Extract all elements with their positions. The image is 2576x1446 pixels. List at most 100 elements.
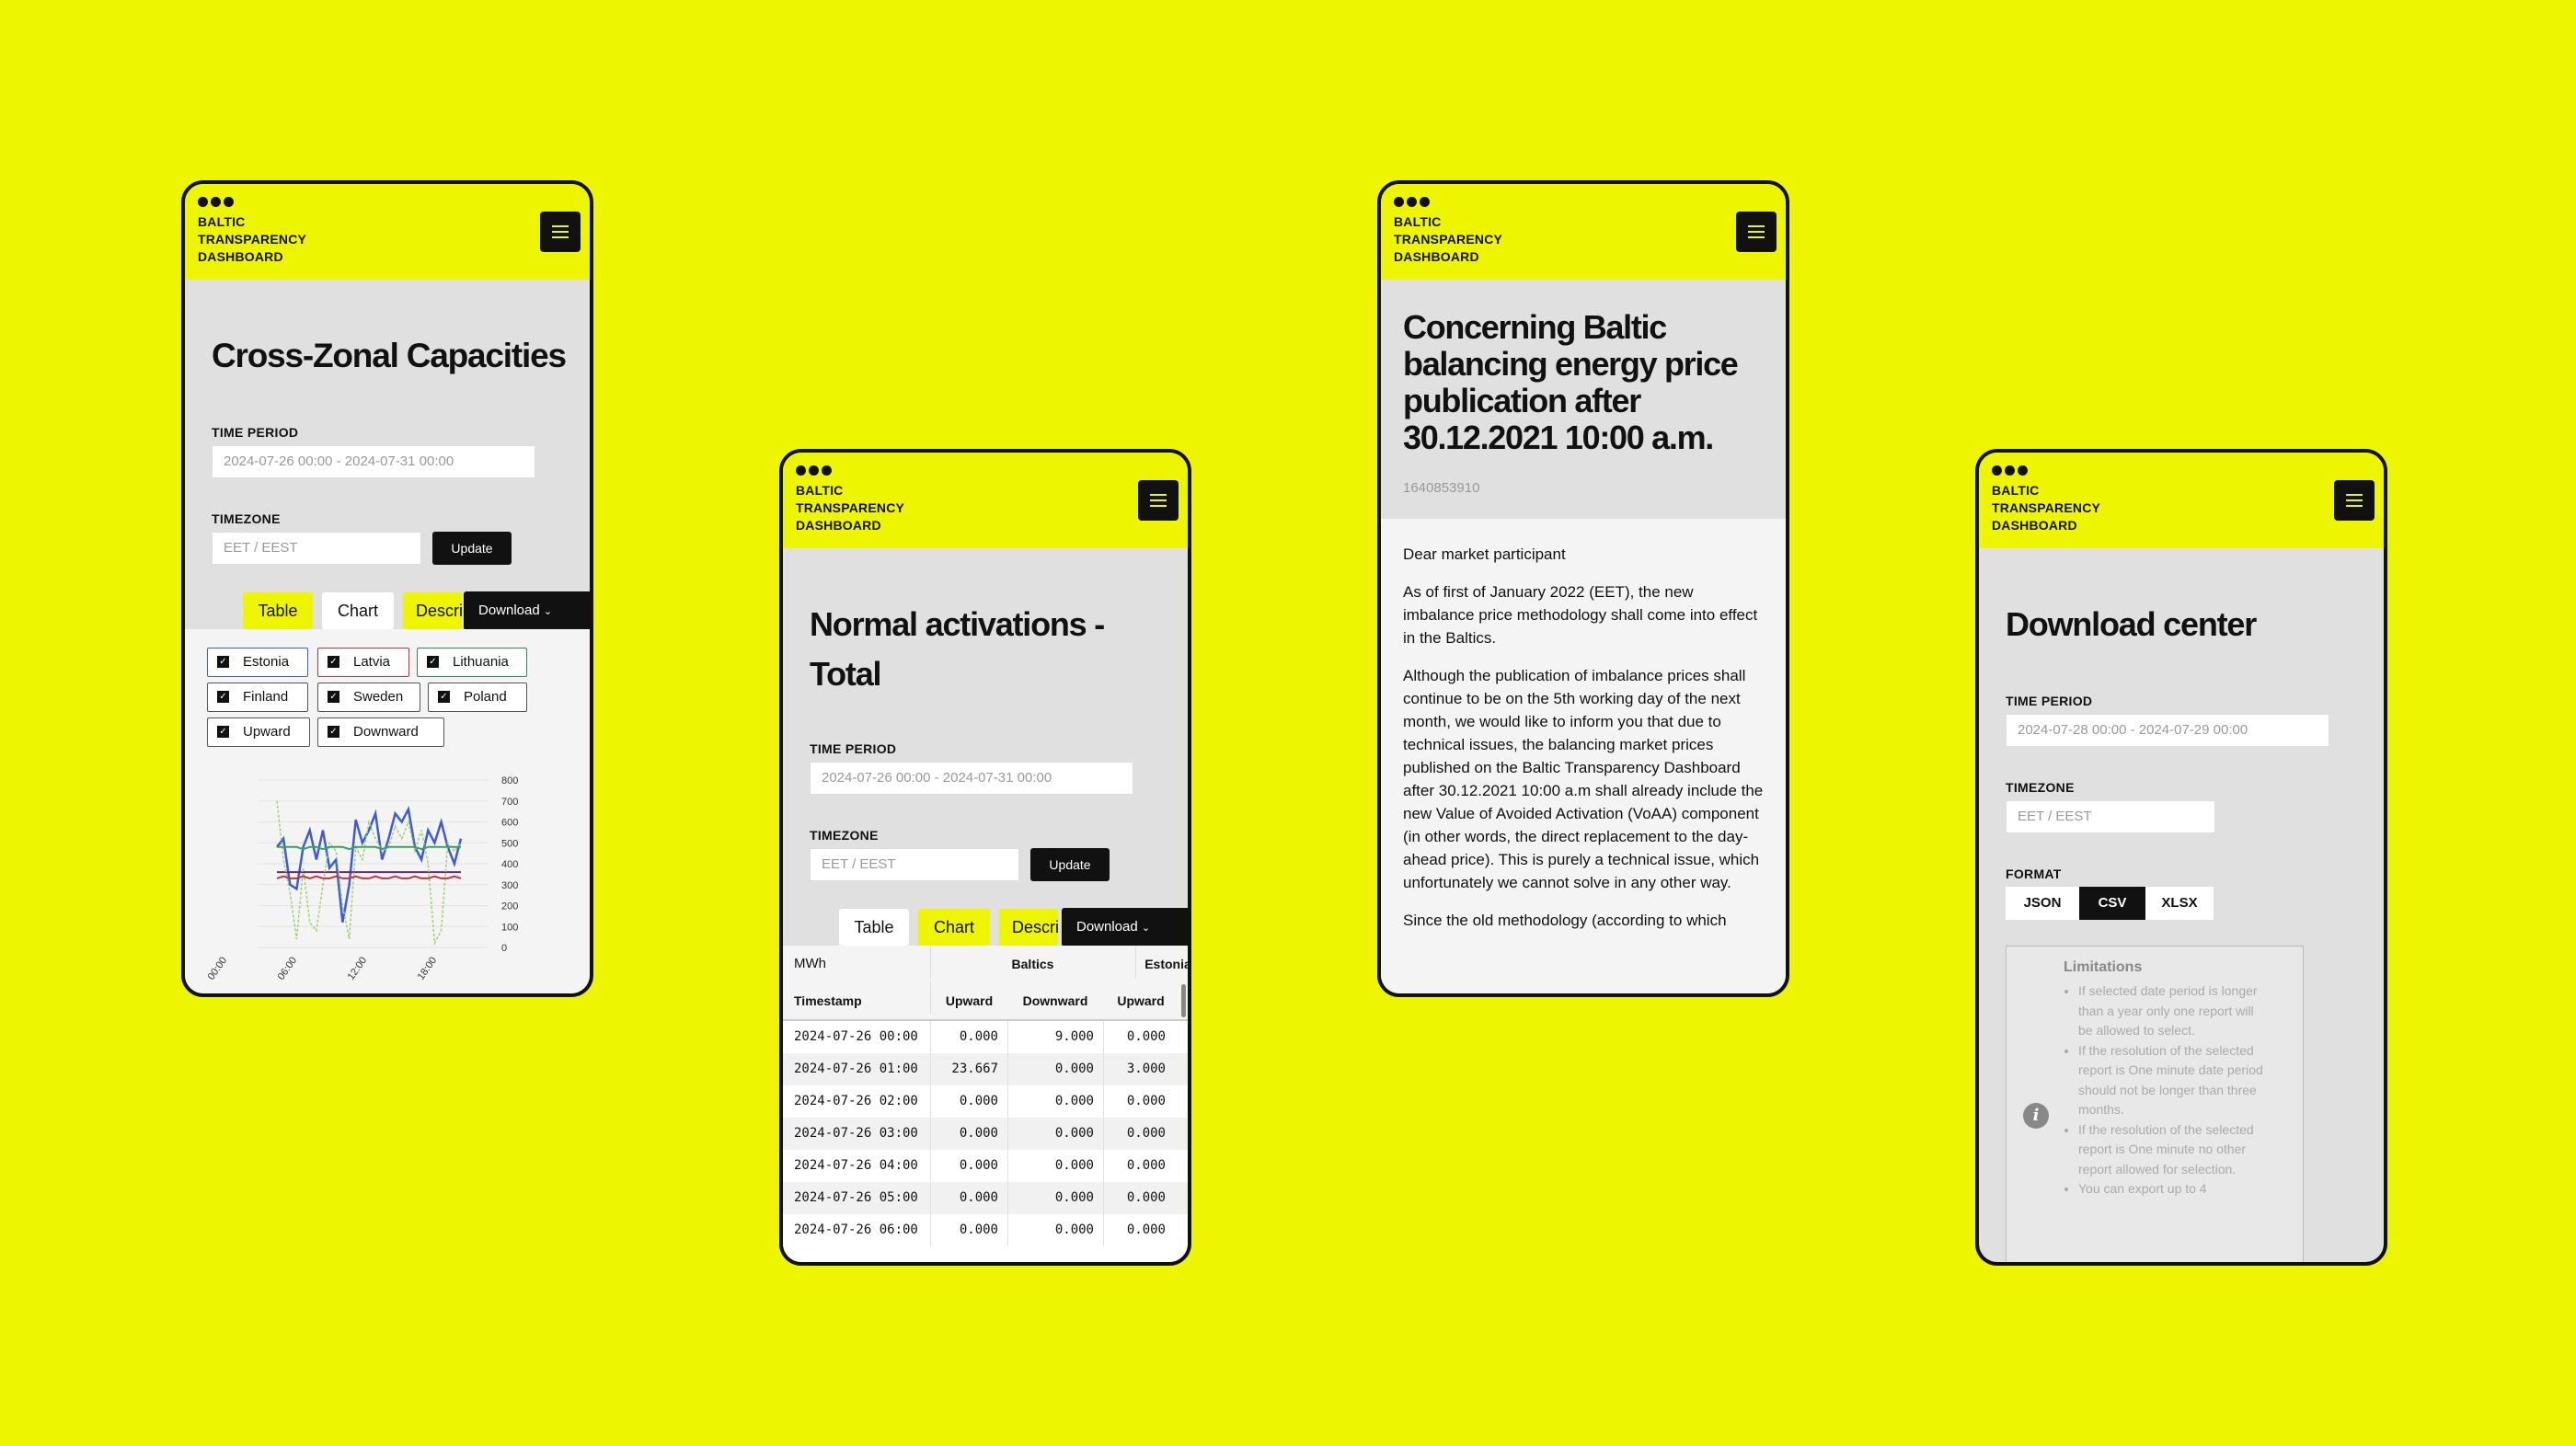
logo-icon <box>198 197 234 207</box>
logo-icon <box>1992 465 2028 476</box>
tab-description[interactable]: Description <box>403 592 462 629</box>
filter-latvia[interactable]: Latvia <box>317 648 409 677</box>
brand-name[interactable]: BALTIC TRANSPARENCY DASHBOARD <box>1394 213 1502 266</box>
article-title: Concerning Baltic balancing energy price… <box>1403 308 1739 456</box>
time-period-input[interactable]: 2024-07-26 00:00 - 2024-07-31 00:00 <box>212 445 535 478</box>
brand-name[interactable]: BALTIC TRANSPARENCY DASHBOARD <box>198 213 306 266</box>
table-row: 2024-07-26 06:00 0.000 0.000 0.000 <box>783 1214 1188 1246</box>
hamburger-menu-button[interactable] <box>2334 480 2375 521</box>
unit-label: MWh <box>794 956 826 971</box>
cell-timestamp: 2024-07-26 00:00 <box>794 1029 918 1044</box>
timezone-input[interactable]: EET / EEST <box>810 848 1019 881</box>
table-row: 2024-07-26 05:00 0.000 0.000 0.000 <box>783 1182 1188 1214</box>
y-tick-label: 600 <box>501 818 518 829</box>
col-upward[interactable]: Upward <box>930 982 1007 1015</box>
app-header: BALTIC TRANSPARENCY DASHBOARD <box>1979 453 2384 548</box>
tab-description[interactable]: Description <box>999 909 1058 946</box>
limitations-list: If selected date period is longer than a… <box>2064 981 2271 1199</box>
filter-estonia[interactable]: Estonia <box>207 648 308 677</box>
logo-icon <box>796 465 832 476</box>
chart-panel: Estonia Latvia Lithuania Finland Sweden … <box>185 629 590 993</box>
table-row: 2024-07-26 03:00 0.000 0.000 0.000 <box>783 1118 1188 1150</box>
cell-timestamp: 2024-07-26 04:00 <box>794 1158 918 1173</box>
cell-value: 0.000 <box>1103 1021 1175 1053</box>
time-period-input[interactable]: 2024-07-26 00:00 - 2024-07-31 00:00 <box>810 762 1133 795</box>
timezone-input[interactable]: EET / EEST <box>2006 800 2215 833</box>
time-period-label: TIME PERIOD <box>212 425 299 440</box>
filter-finland[interactable]: Finland <box>207 683 308 712</box>
col-upward-estonia[interactable]: Upward <box>1103 982 1179 1015</box>
cell-value: 0.000 <box>1103 1214 1175 1246</box>
tab-chart[interactable]: Chart <box>918 909 990 946</box>
phone-normal-activations: BALTIC TRANSPARENCY DASHBOARD Normal act… <box>779 449 1191 1266</box>
group-estonia: Estonia <box>1135 946 1188 978</box>
article-header: Concerning Baltic balancing energy price… <box>1381 280 1786 519</box>
table-row: 2024-07-26 01:00 23.667 0.000 3.000 <box>783 1053 1188 1085</box>
cell-value: 0.000 <box>1103 1150 1175 1182</box>
article-id: 1640853910 <box>1403 480 1480 496</box>
hamburger-menu-button[interactable] <box>1736 212 1777 252</box>
table-row: 2024-07-26 00:00 0.000 9.000 0.000 <box>783 1021 1188 1053</box>
cell-value: 0.000 <box>930 1182 1007 1214</box>
cell-value: 9.000 <box>1007 1021 1103 1053</box>
update-button[interactable]: Update <box>432 532 512 565</box>
cell-value: 0.000 <box>1007 1150 1103 1182</box>
format-xlsx-button[interactable]: XLSX <box>2145 887 2214 920</box>
download-button[interactable]: Download ⌄ <box>464 591 590 630</box>
timezone-label: TIMEZONE <box>810 828 879 843</box>
page-title: Cross-Zonal Capacities <box>212 337 567 374</box>
table-row: 2024-07-26 02:00 0.000 0.000 0.000 <box>783 1085 1188 1118</box>
phone-download-center: BALTIC TRANSPARENCY DASHBOARD Download c… <box>1975 449 2387 1266</box>
table-row: 2024-07-26 04:00 0.000 0.000 0.000 <box>783 1150 1188 1182</box>
filter-upward[interactable]: Upward <box>207 717 310 747</box>
article-body: Dear market participant As of first of J… <box>1381 519 1786 993</box>
hamburger-menu-button[interactable] <box>1138 480 1179 521</box>
time-period-input[interactable]: 2024-07-28 00:00 - 2024-07-29 00:00 <box>2006 714 2329 747</box>
list-item: If selected date period is longer than a… <box>2078 981 2271 1041</box>
y-tick-label: 700 <box>501 797 518 808</box>
cell-value: 0.000 <box>1007 1085 1103 1118</box>
cell-timestamp: 2024-07-26 01:00 <box>794 1062 918 1076</box>
cell-timestamp: 2024-07-26 05:00 <box>794 1190 918 1205</box>
tab-chart[interactable]: Chart <box>322 592 394 629</box>
brand-name[interactable]: BALTIC TRANSPARENCY DASHBOARD <box>796 482 904 534</box>
cell-value: 0.000 <box>930 1021 1007 1053</box>
brand-name[interactable]: BALTIC TRANSPARENCY DASHBOARD <box>1992 482 2100 534</box>
article-paragraph: As of first of January 2022 (EET), the n… <box>1403 583 1758 647</box>
list-item: You can export up to 4 <box>2078 1179 2271 1199</box>
x-tick-label: 06:00 <box>276 955 300 981</box>
col-timestamp[interactable]: Timestamp <box>794 982 862 1015</box>
y-tick-label: 200 <box>501 901 518 912</box>
update-button[interactable]: Update <box>1030 848 1110 881</box>
table-group-header: MWh Baltics Estonia <box>783 946 1188 982</box>
cell-timestamp: 2024-07-26 02:00 <box>794 1094 918 1108</box>
filter-downward[interactable]: Downward <box>317 717 444 747</box>
phone-cross-zonal: BALTIC TRANSPARENCY DASHBOARD Cross-Zona… <box>181 180 593 997</box>
cell-value: 0.000 <box>930 1150 1007 1182</box>
hamburger-menu-button[interactable] <box>540 212 581 252</box>
article-paragraph: Dear market participant <box>1403 545 1566 563</box>
cell-value: 0.000 <box>1103 1118 1175 1150</box>
format-json-button[interactable]: JSON <box>2006 887 2079 920</box>
timezone-label: TIMEZONE <box>2006 780 2075 795</box>
filter-lithuania[interactable]: Lithuania <box>417 648 527 677</box>
app-header: BALTIC TRANSPARENCY DASHBOARD <box>185 184 590 280</box>
tab-table[interactable]: Table <box>243 592 313 629</box>
time-period-label: TIME PERIOD <box>2006 694 2093 708</box>
format-csv-button[interactable]: CSV <box>2079 887 2145 920</box>
format-label: FORMAT <box>2006 866 2062 881</box>
y-tick-label: 500 <box>501 838 518 849</box>
download-button[interactable]: Download ⌄ <box>1062 908 1188 947</box>
cell-value: 0.000 <box>930 1118 1007 1150</box>
tab-table[interactable]: Table <box>839 909 909 946</box>
cell-value: 0.000 <box>1007 1118 1103 1150</box>
filter-sweden[interactable]: Sweden <box>317 683 420 712</box>
y-tick-label: 300 <box>501 880 518 891</box>
timezone-label: TIMEZONE <box>212 511 281 526</box>
info-icon: i <box>2023 1103 2049 1129</box>
horizontal-scrollbar[interactable] <box>1181 984 1186 1017</box>
col-downward[interactable]: Downward <box>1007 982 1103 1015</box>
filter-poland[interactable]: Poland <box>428 683 527 712</box>
timezone-input[interactable]: EET / EEST <box>212 532 421 565</box>
cell-timestamp: 2024-07-26 03:00 <box>794 1126 918 1141</box>
